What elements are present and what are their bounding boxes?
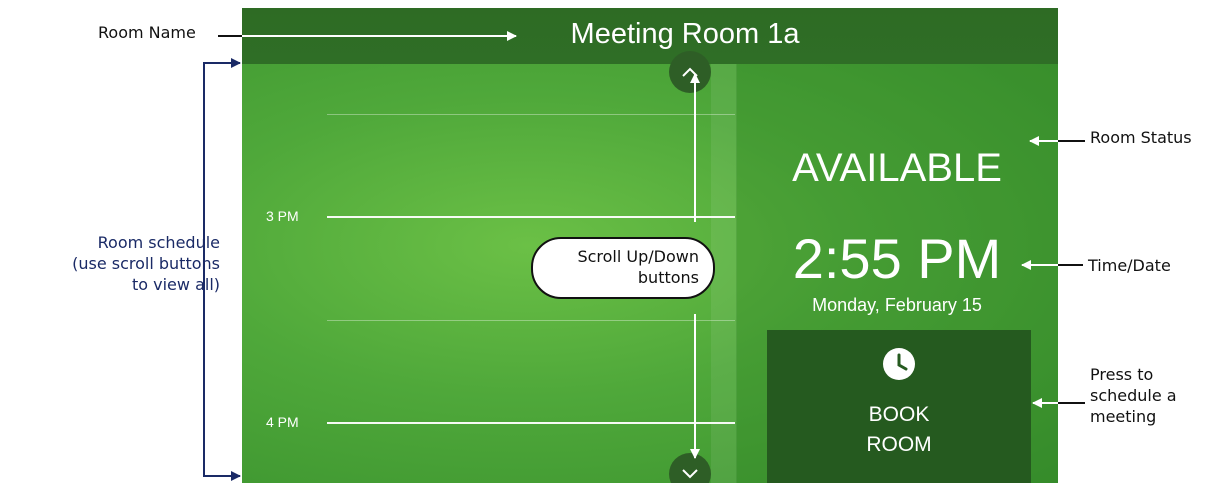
annotation-arrows xyxy=(203,31,1085,481)
schedule-bracket xyxy=(203,62,240,477)
